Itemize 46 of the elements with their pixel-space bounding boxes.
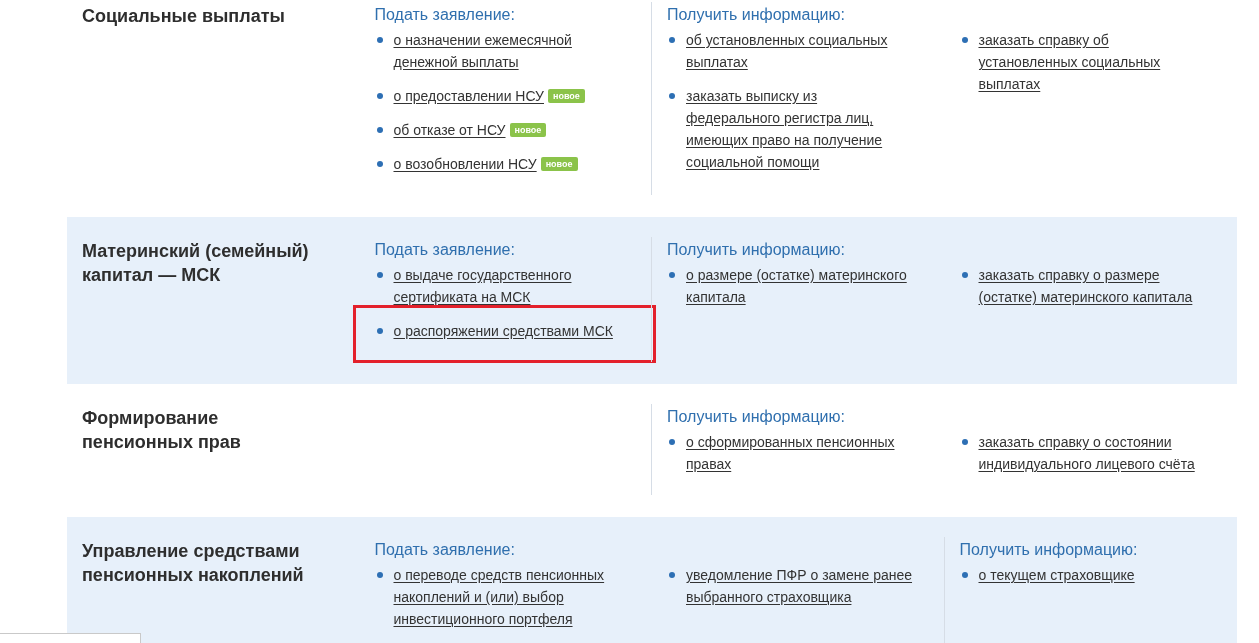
group-heading: Подать заявление: bbox=[374, 6, 516, 24]
bullet-icon bbox=[669, 37, 675, 43]
status-tag: новое bbox=[548, 89, 585, 103]
bullet-icon bbox=[376, 37, 383, 43]
service-link[interactable]: о размере (остатке) материнского капитала bbox=[686, 264, 914, 308]
service-link[interactable]: о сформированных пенсионных правах bbox=[686, 431, 914, 475]
service-link[interactable]: заказать выписку из федерального регистра лиц, имеющих право на получение социальной помощи bbox=[686, 85, 914, 173]
bullet-icon bbox=[669, 272, 675, 278]
bullet-icon bbox=[669, 572, 675, 578]
section-title: Социальные выплаты bbox=[82, 5, 286, 28]
bullet-icon bbox=[961, 572, 968, 578]
service-link[interactable]: об установленных социальных выплатах bbox=[686, 29, 914, 73]
bullet-icon bbox=[376, 127, 383, 133]
service-link[interactable]: о предоставлении НСУ bbox=[393, 85, 544, 107]
service-link[interactable]: об отказе от НСУ bbox=[393, 119, 506, 141]
group-heading: Подать заявление: bbox=[374, 541, 516, 559]
group-heading: Получить информацию: bbox=[667, 408, 846, 426]
bullet-icon bbox=[669, 439, 675, 445]
section-title: Материнский (семейный) капитал — МСК bbox=[82, 240, 310, 287]
section-title: Формирование пенсионных прав bbox=[82, 407, 242, 454]
bullet-icon bbox=[376, 328, 383, 334]
service-link[interactable]: уведомление ПФР о замене ранее выбранного страховщика bbox=[686, 564, 914, 608]
service-link[interactable]: о назначении ежемесячной денежной выплаты bbox=[393, 29, 622, 73]
status-tag: новое bbox=[509, 123, 547, 137]
service-link[interactable]: о выдаче государственного сертификата на МСК bbox=[393, 264, 622, 308]
service-link[interactable]: о распоряжении средствами МСК bbox=[393, 320, 613, 342]
group-heading: Получить информацию: bbox=[667, 241, 846, 259]
bullet-icon bbox=[376, 272, 383, 278]
service-link[interactable]: заказать справку об установленных социальных выплатах bbox=[978, 29, 1207, 95]
section-title: Управление средствами пенсионных накоплений bbox=[82, 540, 305, 587]
group-heading: Подать заявление: bbox=[374, 241, 516, 259]
bullet-icon bbox=[376, 161, 383, 167]
bullet-icon bbox=[376, 572, 383, 578]
bullet-icon bbox=[961, 272, 968, 278]
service-link[interactable]: заказать справку о размере (остатке) материнского капитала bbox=[978, 264, 1207, 308]
group-heading: Получить информацию: bbox=[959, 541, 1139, 559]
service-link[interactable]: о текущем страховщике bbox=[978, 564, 1135, 586]
group-heading: Получить информацию: bbox=[667, 6, 846, 24]
status-tag: новое bbox=[540, 157, 578, 171]
bullet-icon bbox=[376, 93, 383, 99]
bullet-icon bbox=[961, 439, 968, 445]
bullet-icon bbox=[961, 37, 968, 43]
bullet-icon bbox=[669, 93, 675, 99]
service-link[interactable]: о переводе средств пенсионных накоплений и (или) выбор инвестиционного портфеля bbox=[393, 564, 622, 630]
service-link[interactable]: о возобновлении НСУ bbox=[393, 153, 537, 175]
service-link[interactable]: заказать справку о состоянии индивидуального лицевого счёта bbox=[978, 431, 1207, 475]
